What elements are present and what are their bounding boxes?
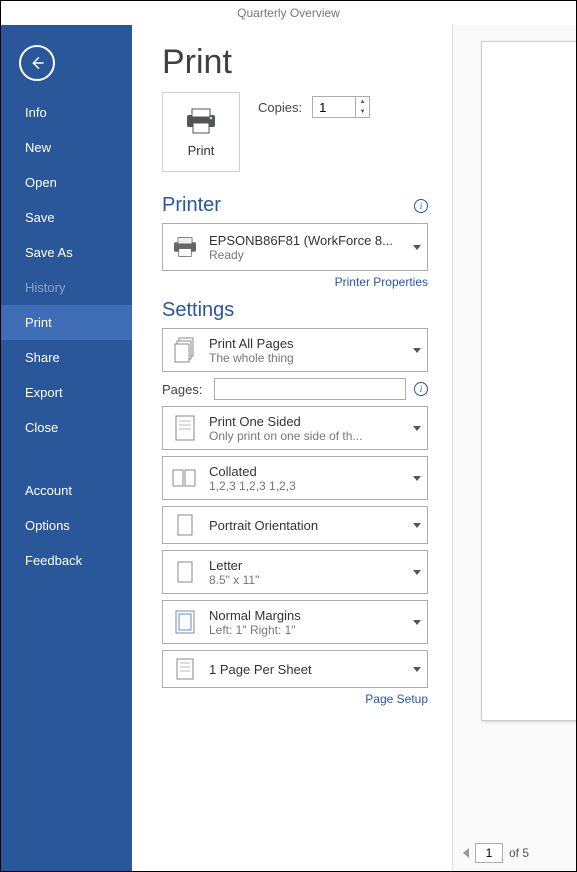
one-sided-icon — [171, 415, 199, 441]
chevron-down-icon — [413, 570, 421, 575]
sidebar-item-account[interactable]: Account — [1, 473, 132, 508]
copies-up-icon[interactable]: ▲ — [356, 97, 369, 107]
sidebar-item-info[interactable]: Info — [1, 95, 132, 130]
copies-down-icon[interactable]: ▼ — [356, 107, 369, 117]
pages-per-sheet-select[interactable]: 1 Page Per Sheet — [162, 650, 428, 688]
portrait-icon — [171, 514, 199, 536]
chevron-down-icon — [413, 426, 421, 431]
margins-line1: Normal Margins — [209, 608, 399, 623]
backstage-sidebar: Info New Open Save Save As History Print… — [1, 25, 132, 871]
collate-select[interactable]: Collated 1,2,3 1,2,3 1,2,3 — [162, 456, 428, 500]
copies-label: Copies: — [258, 100, 302, 115]
sidebar-item-print[interactable]: Print — [1, 305, 132, 340]
preview-page-sheet — [481, 41, 576, 721]
chevron-down-icon — [413, 620, 421, 625]
chevron-down-icon — [413, 476, 421, 481]
sides-line2: Only print on one side of th... — [209, 429, 399, 443]
print-range-line2: The whole thing — [209, 351, 399, 365]
printer-status: Ready — [209, 248, 399, 262]
pages-label: Pages: — [162, 382, 206, 397]
pages-input[interactable] — [214, 378, 406, 400]
page-setup-link[interactable]: Page Setup — [162, 692, 428, 706]
copies-spinner[interactable]: ▲ ▼ — [312, 96, 370, 118]
orientation-line1: Portrait Orientation — [209, 518, 399, 533]
printer-info-icon[interactable]: i — [414, 199, 428, 213]
preview-page-input[interactable] — [475, 843, 503, 863]
sidebar-item-export[interactable]: Export — [1, 375, 132, 410]
chevron-down-icon — [413, 348, 421, 353]
back-arrow-icon — [28, 54, 46, 72]
sides-select[interactable]: Print One Sided Only print on one side o… — [162, 406, 428, 450]
sides-line1: Print One Sided — [209, 414, 399, 429]
collate-line2: 1,2,3 1,2,3 1,2,3 — [209, 479, 399, 493]
sidebar-item-new[interactable]: New — [1, 130, 132, 165]
chevron-down-icon — [413, 667, 421, 672]
chevron-down-icon — [413, 245, 421, 250]
margins-icon — [171, 610, 199, 634]
sidebar-item-options[interactable]: Options — [1, 508, 132, 543]
per-sheet-icon — [171, 658, 199, 680]
paper-icon — [171, 561, 199, 583]
settings-heading: Settings — [162, 299, 234, 322]
margins-select[interactable]: Normal Margins Left: 1" Right: 1" — [162, 600, 428, 644]
sidebar-item-save[interactable]: Save — [1, 200, 132, 235]
orientation-select[interactable]: Portrait Orientation — [162, 506, 428, 544]
printer-name: EPSONB86F81 (WorkForce 8... — [209, 233, 399, 248]
printer-heading: Printer — [162, 194, 221, 217]
chevron-down-icon — [413, 523, 421, 528]
printer-select[interactable]: EPSONB86F81 (WorkForce 8... Ready — [162, 223, 428, 271]
pages-stack-icon — [171, 337, 199, 363]
pages-info-icon[interactable]: i — [414, 382, 428, 396]
print-range-select[interactable]: Print All Pages The whole thing — [162, 328, 428, 372]
copies-input[interactable] — [313, 97, 355, 117]
sidebar-item-feedback[interactable]: Feedback — [1, 543, 132, 578]
print-range-line1: Print All Pages — [209, 336, 399, 351]
title-bar: Quarterly Overview — [1, 1, 576, 25]
paper-size-select[interactable]: Letter 8.5" x 11" — [162, 550, 428, 594]
sidebar-item-saveas[interactable]: Save As — [1, 235, 132, 270]
per-sheet-line1: 1 Page Per Sheet — [209, 662, 399, 677]
paper-line2: 8.5" x 11" — [209, 573, 399, 587]
collate-icon — [171, 467, 199, 489]
print-preview-pane: of 5 — [452, 25, 576, 871]
sidebar-item-close[interactable]: Close — [1, 410, 132, 445]
preview-page-total: of 5 — [509, 846, 529, 860]
printer-icon — [184, 107, 218, 135]
collate-line1: Collated — [209, 464, 399, 479]
prev-page-icon[interactable] — [463, 848, 469, 858]
printer-properties-link[interactable]: Printer Properties — [162, 275, 428, 289]
paper-line1: Letter — [209, 558, 399, 573]
back-button[interactable] — [19, 45, 55, 81]
sidebar-item-share[interactable]: Share — [1, 340, 132, 375]
print-button-label: Print — [188, 143, 215, 158]
printer-device-icon — [171, 236, 199, 258]
sidebar-item-open[interactable]: Open — [1, 165, 132, 200]
print-button[interactable]: Print — [162, 92, 240, 172]
page-title: Print — [162, 43, 428, 82]
margins-line2: Left: 1" Right: 1" — [209, 623, 399, 637]
sidebar-item-history[interactable]: History — [1, 270, 132, 305]
